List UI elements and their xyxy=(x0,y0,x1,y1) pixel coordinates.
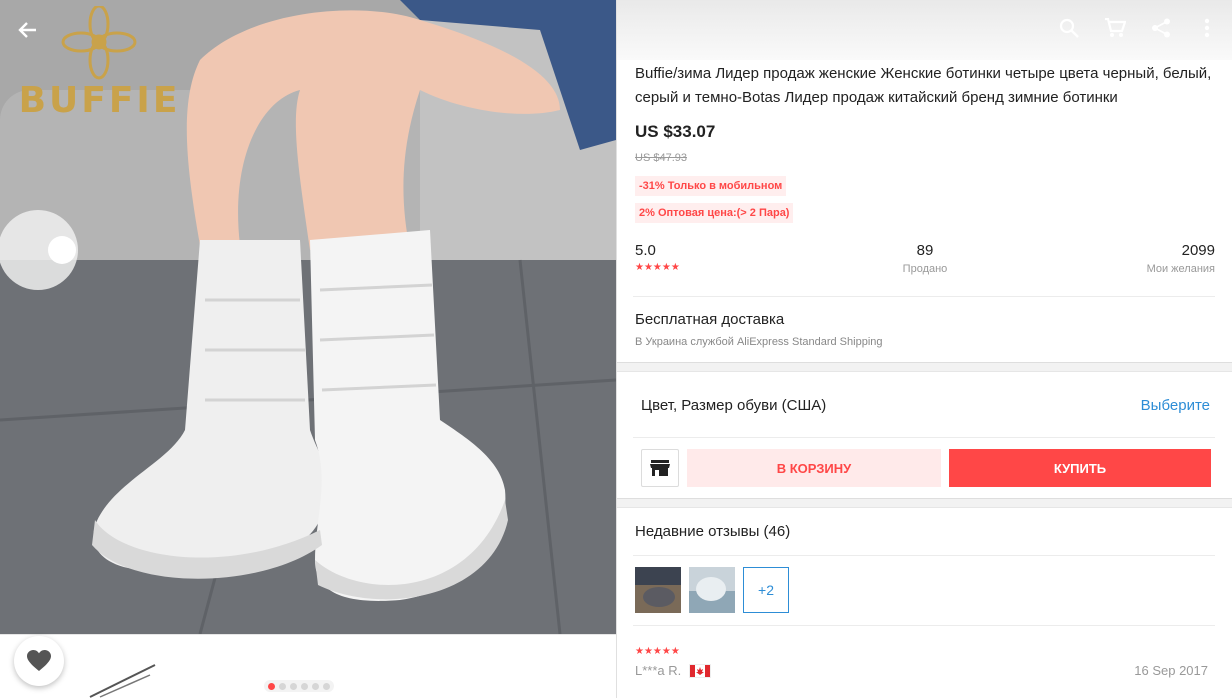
review-date: 16 Sep 2017 xyxy=(1134,663,1208,678)
section-separator xyxy=(617,498,1232,508)
divider xyxy=(633,296,1215,297)
reviewer: L***a R. xyxy=(635,663,712,678)
page-dot[interactable] xyxy=(290,682,297,690)
cart-icon[interactable] xyxy=(1103,16,1127,40)
review-stars-icon: ★★★★★ xyxy=(635,646,680,657)
reviewer-name: L***a R. xyxy=(635,663,682,678)
page-dot-active[interactable] xyxy=(268,682,275,690)
product-old-price: US $47.93 xyxy=(635,152,687,164)
store-icon xyxy=(650,460,670,476)
wholesale-price-badge: 2% Оптовая цена:(> 2 Пара) xyxy=(635,203,794,223)
rating-stat[interactable]: 5.0 ★★★★★ xyxy=(635,242,680,273)
shipping-subtitle: В Украина службой AliExpress Standard Sh… xyxy=(635,336,883,348)
favorite-button[interactable] xyxy=(14,636,64,686)
wishlist-label: Мои желания xyxy=(1146,263,1215,275)
divider xyxy=(633,555,1215,556)
heart-icon xyxy=(27,650,51,671)
gallery-page-indicator xyxy=(264,680,334,692)
arrow-left-icon xyxy=(18,22,36,38)
product-details-panel: Buffie/зима Лидер продаж женские Женские… xyxy=(616,0,1232,698)
product-page: BUFFIE Buffie/зима Лидер продаж женские … xyxy=(0,0,1232,698)
share-icon[interactable] xyxy=(1149,16,1173,40)
search-icon[interactable] xyxy=(1057,16,1081,40)
reviews-title[interactable]: Недавние отзывы (46) xyxy=(635,523,790,540)
canada-flag-icon xyxy=(689,663,712,678)
review-photo[interactable] xyxy=(635,567,681,613)
page-dot[interactable] xyxy=(279,682,286,690)
review-photo[interactable] xyxy=(689,567,735,613)
page-dot[interactable] xyxy=(301,682,308,690)
page-dot[interactable] xyxy=(323,682,330,690)
wishlist-stat[interactable]: 2099 Мои желания xyxy=(1147,242,1215,275)
sold-value: 89 xyxy=(916,242,934,259)
page-dot[interactable] xyxy=(312,682,319,690)
rating-stars-icon: ★★★★★ xyxy=(635,262,680,273)
product-price: US $33.07 xyxy=(635,122,716,141)
store-button[interactable] xyxy=(641,449,679,487)
add-to-cart-button[interactable]: В КОРЗИНУ xyxy=(687,449,941,487)
section-separator xyxy=(617,362,1232,372)
product-stats: 5.0 ★★★★★ 89 Продано 2099 Мои желания xyxy=(635,242,1215,282)
divider xyxy=(633,437,1215,438)
product-gallery[interactable]: BUFFIE xyxy=(0,0,616,698)
back-button[interactable] xyxy=(12,14,44,46)
more-photos-button[interactable]: +2 xyxy=(743,567,789,613)
divider xyxy=(633,625,1215,626)
product-title: Buffie/зима Лидер продаж женские Женские… xyxy=(635,65,1212,106)
shipping-title[interactable]: Бесплатная доставка xyxy=(635,311,784,328)
more-vert-icon[interactable] xyxy=(1195,16,1219,40)
brand-name: BUFFIE xyxy=(18,80,181,121)
buy-now-button[interactable]: КУПИТЬ xyxy=(949,449,1211,487)
variant-label[interactable]: Цвет, Размер обуви (США) xyxy=(641,397,826,414)
variant-select-link[interactable]: Выберите xyxy=(1141,397,1210,414)
rating-value: 5.0 xyxy=(635,242,656,259)
sold-stat: 89 Продано xyxy=(885,242,965,275)
wishlist-value: 2099 xyxy=(1181,242,1215,259)
sold-label: Продано xyxy=(902,263,948,275)
mobile-discount-badge: -31% Только в мобильном xyxy=(635,176,787,196)
top-toolbar xyxy=(617,0,1232,60)
